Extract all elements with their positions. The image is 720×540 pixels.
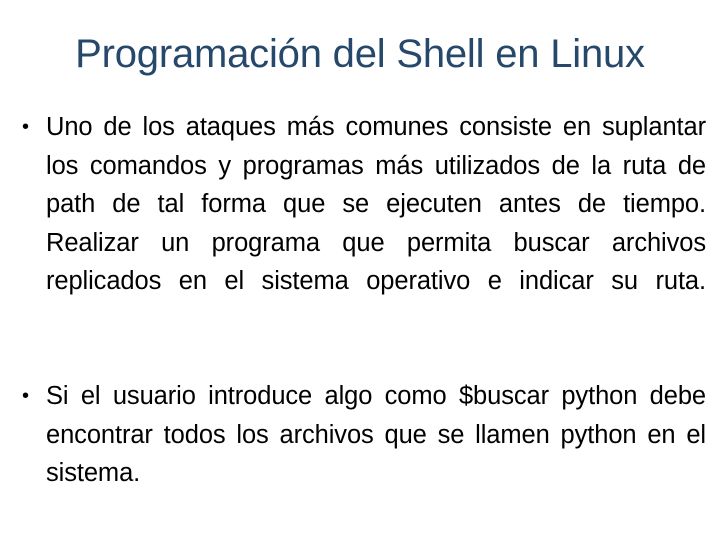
list-item-text: Uno de los ataques más comunes consiste … — [46, 113, 706, 295]
slide-title: Programación del Shell en Linux — [75, 32, 645, 76]
bullet-icon: • — [22, 385, 29, 407]
list-item-text: Si el usuario introduce algo como $busca… — [46, 382, 706, 487]
bullet-icon: • — [22, 116, 29, 138]
slide-body: • Uno de los ataques más comunes consist… — [14, 108, 706, 493]
list-item: • Si el usuario introduce algo como $bus… — [14, 377, 706, 493]
list-item: • Uno de los ataques más comunes consist… — [14, 108, 706, 339]
slide: Programación del Shell en Linux • Uno de… — [0, 0, 720, 540]
